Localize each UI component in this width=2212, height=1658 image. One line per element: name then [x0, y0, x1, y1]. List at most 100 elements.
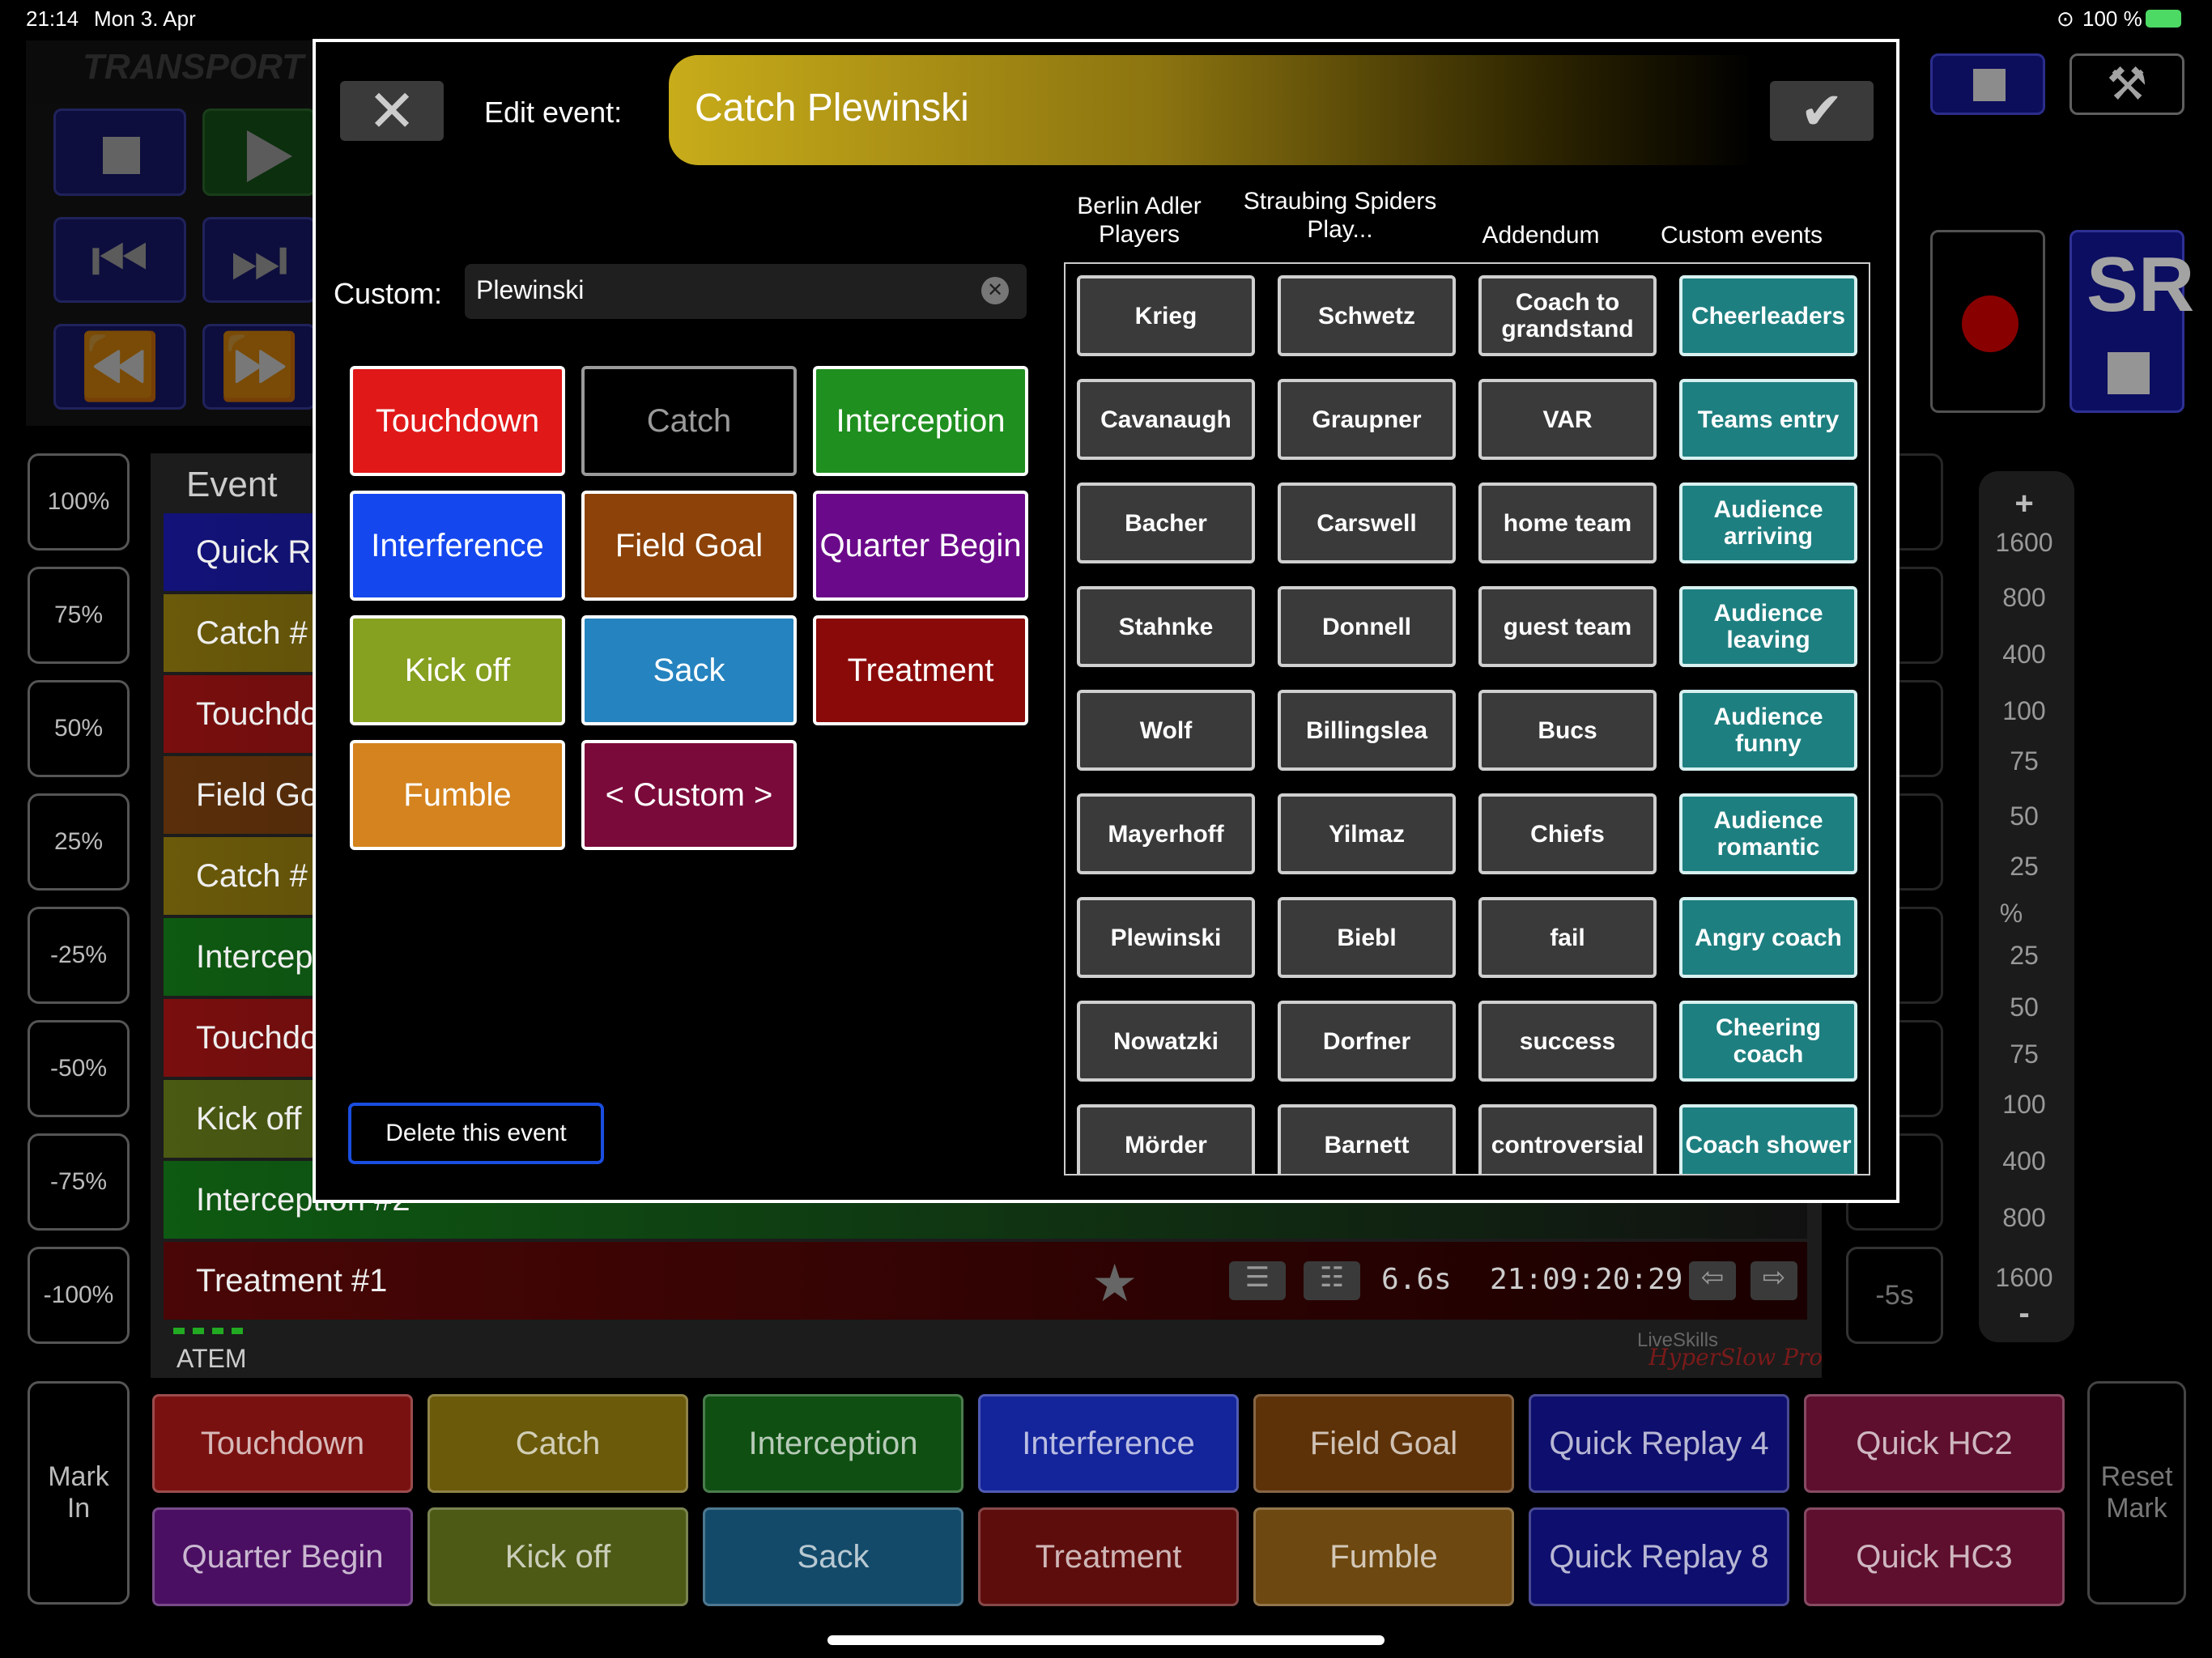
quick-event-button[interactable]: Quarter Begin [152, 1507, 413, 1606]
clear-input-icon[interactable]: ✕ [981, 277, 1009, 304]
reset-mark-button[interactable]: Reset Mark [2087, 1381, 2186, 1605]
speed-button[interactable]: 75% [28, 567, 130, 664]
star-icon[interactable]: ★ [1091, 1253, 1138, 1314]
tag-button[interactable]: Wolf [1077, 690, 1255, 771]
quick-event-button[interactable]: Field Goal [1253, 1394, 1514, 1493]
arrow-left-icon[interactable]: ⇦ [1689, 1261, 1736, 1300]
tag-button[interactable]: controversial [1478, 1104, 1657, 1174]
tag-button[interactable]: Audience leaving [1679, 586, 1857, 667]
tag-button[interactable]: Audience arriving [1679, 483, 1857, 563]
tag-button[interactable]: Biebl [1278, 897, 1456, 978]
quick-event-button[interactable]: Catch [428, 1394, 688, 1493]
quick-event-button[interactable]: Treatment [978, 1507, 1239, 1606]
tag-button[interactable]: Cavanaugh [1077, 379, 1255, 460]
stop-record-button[interactable] [1930, 53, 2045, 115]
tag-button[interactable]: Dorfner [1278, 1001, 1456, 1082]
quick-event-button[interactable]: Sack [703, 1507, 963, 1606]
play-button[interactable] [202, 108, 316, 196]
tag-button[interactable]: guest team [1478, 586, 1657, 667]
quick-event-button[interactable]: Quick HC2 [1804, 1394, 2065, 1493]
event-type-button[interactable]: Touchdown [350, 366, 565, 476]
tag-button[interactable]: Donnell [1278, 586, 1456, 667]
event-type-button[interactable]: Sack [581, 615, 797, 725]
event-type-button[interactable]: Catch [581, 366, 797, 476]
arrow-right-icon[interactable]: ⇨ [1750, 1261, 1797, 1300]
quick-event-button[interactable]: Fumble [1253, 1507, 1514, 1606]
tag-grid[interactable]: Krieg Cavanaugh Bacher Stahnke Wolf Mayerhoff… [1064, 262, 1870, 1175]
delete-event-button[interactable]: Delete this event [348, 1103, 604, 1164]
quick-event-button[interactable]: Touchdown [152, 1394, 413, 1493]
custom-input[interactable]: Plewinski ✕ [465, 264, 1027, 319]
tag-button[interactable]: Stahnke [1077, 586, 1255, 667]
speed-button[interactable]: -100% [28, 1247, 130, 1344]
tag-button[interactable]: VAR [1478, 379, 1657, 460]
event-type-button[interactable]: Kick off [350, 615, 565, 725]
confirm-button[interactable]: ✔ [1770, 81, 1874, 141]
quick-event-button[interactable]: Quick Replay 8 [1529, 1507, 1789, 1606]
sr-stop-button[interactable]: SR [2069, 230, 2194, 413]
stop-button[interactable] [53, 108, 186, 196]
event-duration: 6.6s [1381, 1263, 1452, 1296]
tag-button[interactable]: Nowatzki [1077, 1001, 1255, 1082]
mark-in-button[interactable]: Mark In [28, 1381, 130, 1605]
tag-button[interactable]: Cheerleaders [1679, 275, 1857, 356]
tag-button[interactable]: success [1478, 1001, 1657, 1082]
tag-button[interactable]: Mayerhoff [1077, 793, 1255, 874]
tag-button[interactable]: Teams entry [1679, 379, 1857, 460]
list-icon[interactable]: ☰ [1229, 1261, 1286, 1300]
quick-event-button[interactable]: Interception [703, 1394, 963, 1493]
tag-button[interactable]: Audience funny [1679, 690, 1857, 771]
event-type-button[interactable]: Treatment [813, 615, 1028, 725]
event-type-button[interactable]: Interference [350, 491, 565, 601]
next-button[interactable]: ⏭ [202, 217, 316, 303]
tag-button[interactable]: fail [1478, 897, 1657, 978]
record-button[interactable] [1930, 230, 2045, 413]
speed-button[interactable]: -75% [28, 1133, 130, 1231]
event-type-button[interactable]: Quarter Begin [813, 491, 1028, 601]
event-row-treatment[interactable]: Treatment #1 ★ ☰ ☷ 6.6s 21:09:20:29 ⇦ ⇨ [164, 1242, 1807, 1320]
tag-button[interactable]: Coach shower [1679, 1104, 1857, 1174]
speed-button[interactable]: 25% [28, 793, 130, 891]
hammer-icon: ⚒ [2106, 58, 2148, 109]
close-button[interactable]: ✕ [340, 79, 444, 144]
tag-button[interactable]: Barnett [1278, 1104, 1456, 1174]
quick-event-button[interactable]: Kick off [428, 1507, 688, 1606]
brand-bottom: HyperSlow Pro [1648, 1344, 1823, 1371]
tag-button[interactable]: Krieg [1077, 275, 1255, 356]
minus-5s-button[interactable]: -5s [1846, 1247, 1943, 1344]
tag-button[interactable]: Graupner [1278, 379, 1456, 460]
details-icon[interactable]: ☷ [1304, 1261, 1360, 1300]
tag-button[interactable]: Mörder [1077, 1104, 1255, 1174]
fast-forward-button[interactable]: ⏩ [202, 324, 316, 410]
tag-button[interactable]: Angry coach [1679, 897, 1857, 978]
tag-button[interactable]: Plewinski [1077, 897, 1255, 978]
quick-event-button[interactable]: Interference [978, 1394, 1239, 1493]
tag-button[interactable]: Carswell [1278, 483, 1456, 563]
speed-button[interactable]: 100% [28, 453, 130, 551]
speed-button[interactable]: 50% [28, 680, 130, 777]
tools-button[interactable]: ⚒ [2069, 53, 2184, 115]
tag-button[interactable]: Audience romantic [1679, 793, 1857, 874]
tag-button[interactable]: Coach to grandstand [1478, 275, 1657, 356]
quick-event-button[interactable]: Quick HC3 [1804, 1507, 2065, 1606]
tag-button[interactable]: Cheering coach [1679, 1001, 1857, 1082]
event-type-button[interactable]: Fumble [350, 740, 565, 850]
stop-icon [1973, 69, 2006, 101]
tag-button[interactable]: Yilmaz [1278, 793, 1456, 874]
event-type-button[interactable]: < Custom > [581, 740, 797, 850]
tag-button[interactable]: Schwetz [1278, 275, 1456, 356]
speed-button[interactable]: -25% [28, 907, 130, 1004]
speed-button[interactable]: -50% [28, 1020, 130, 1117]
previous-button[interactable]: ⏮ [53, 217, 186, 303]
rewind-button[interactable]: ⏪ [53, 324, 186, 410]
quick-event-button[interactable]: Quick Replay 4 [1529, 1394, 1789, 1493]
tag-button[interactable]: Bacher [1077, 483, 1255, 563]
checkmark-icon: ✔ [1800, 81, 1844, 140]
tag-button[interactable]: Chiefs [1478, 793, 1657, 874]
event-type-button[interactable]: Field Goal [581, 491, 797, 601]
source-label: ATEM [177, 1344, 247, 1373]
tag-button[interactable]: Bucs [1478, 690, 1657, 771]
tag-button[interactable]: Billingslea [1278, 690, 1456, 771]
event-type-button[interactable]: Interception [813, 366, 1028, 476]
tag-button[interactable]: home team [1478, 483, 1657, 563]
